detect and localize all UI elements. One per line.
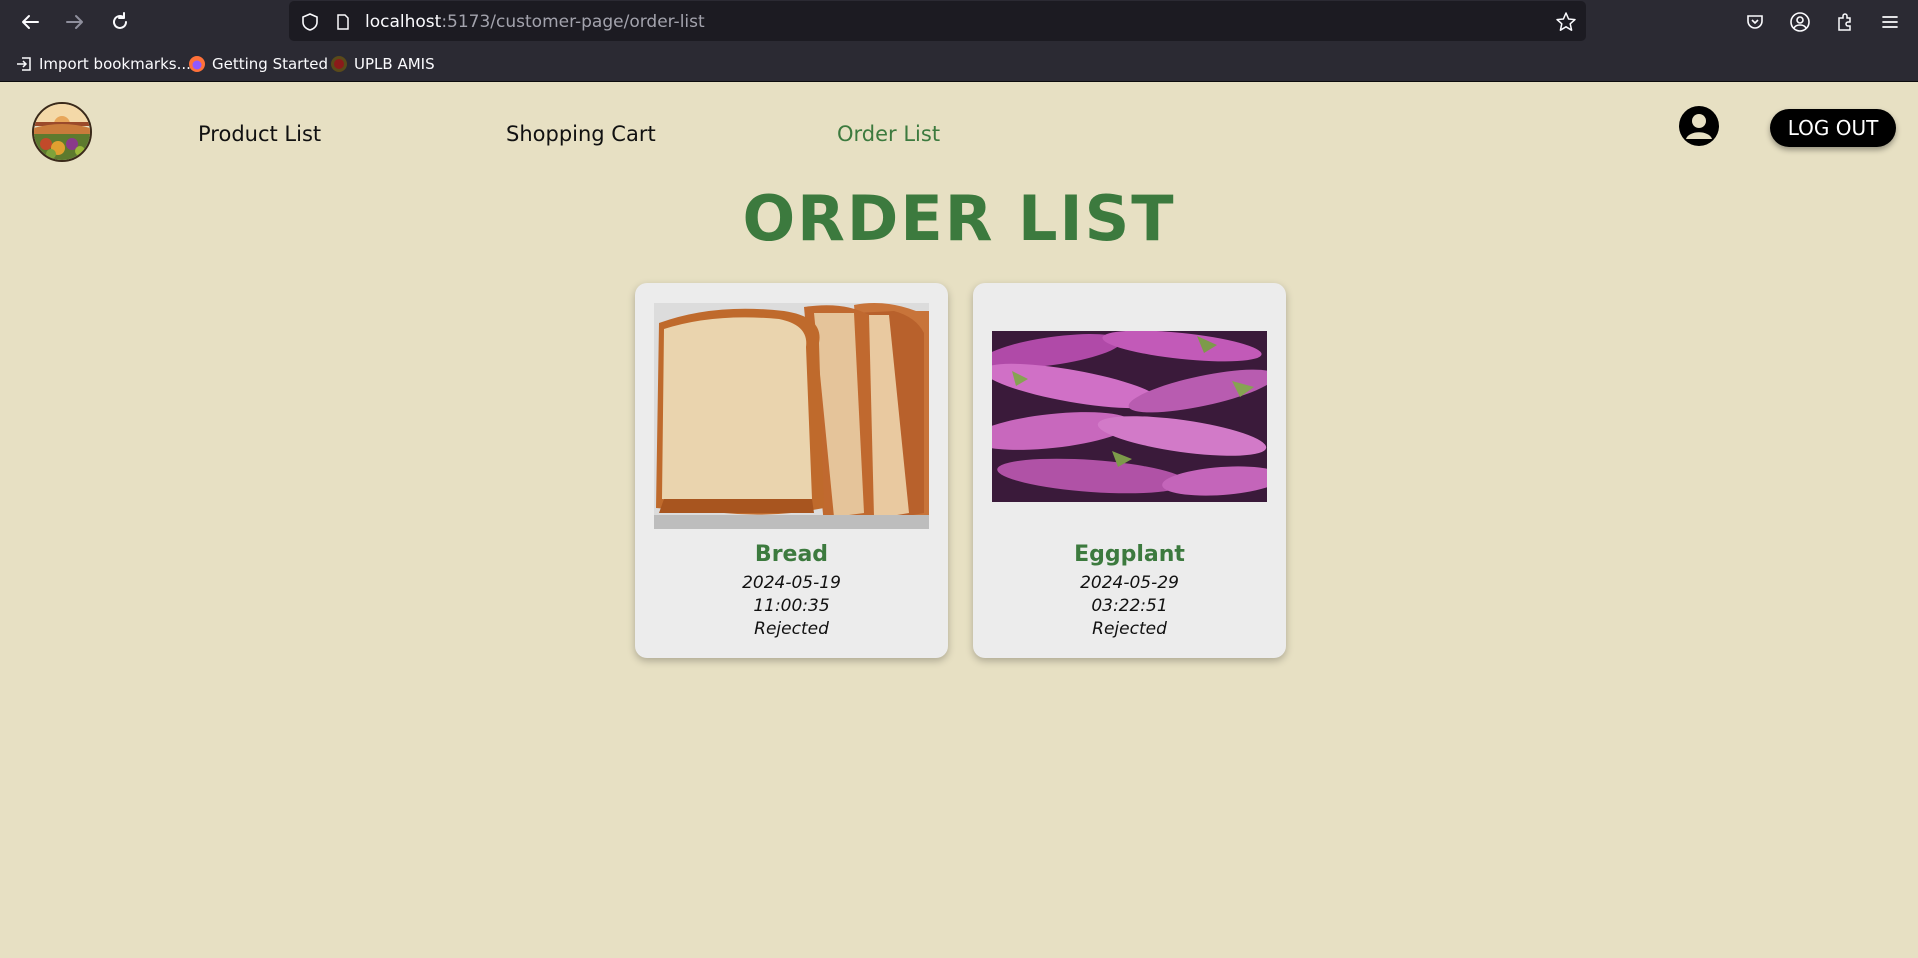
reload-icon xyxy=(113,12,127,29)
import-icon xyxy=(15,55,33,73)
order-status: Rejected xyxy=(754,619,829,639)
order-product-name: Eggplant xyxy=(1074,542,1185,567)
order-product-name: Bread xyxy=(754,542,829,567)
bookmark-getting-started[interactable]: Getting Started xyxy=(188,52,328,76)
order-card[interactable]: Bread 2024-05-19 11:00:35 Rejected xyxy=(635,283,948,658)
eggplant-image xyxy=(992,331,1267,502)
url-bar[interactable]: localhost:5173/customer-page/order-list xyxy=(289,1,1586,41)
order-time: 11:00:35 xyxy=(753,596,830,616)
order-date: 2024-05-19 xyxy=(742,573,841,593)
page-content: Product List Shopping Cart Order List LO… xyxy=(0,82,1918,958)
reload-button[interactable] xyxy=(105,7,135,37)
order-date: 2024-05-29 xyxy=(1080,573,1179,593)
bookmark-star-icon[interactable] xyxy=(1555,11,1577,33)
bookmark-label: Import bookmarks... xyxy=(39,55,191,73)
forward-button[interactable] xyxy=(60,7,90,37)
bookmark-import[interactable]: Import bookmarks... xyxy=(15,52,191,76)
farm-logo[interactable] xyxy=(32,102,92,162)
url-text[interactable]: localhost:5173/customer-page/order-list xyxy=(365,12,705,32)
firefox-icon xyxy=(188,55,206,73)
nav-order-list[interactable]: Order List xyxy=(837,122,940,146)
logout-button[interactable]: LOG OUT xyxy=(1770,109,1896,147)
page-icon xyxy=(332,11,354,33)
user-avatar-icon[interactable] xyxy=(1679,106,1719,146)
nav-product-list[interactable]: Product List xyxy=(198,122,321,146)
browser-chrome: localhost:5173/customer-page/order-list … xyxy=(0,0,1918,82)
bookmarks-toolbar: Import bookmarks... Getting Started UPLB… xyxy=(0,48,1918,80)
bookmark-label: UPLB AMIS xyxy=(354,55,435,73)
shield-icon[interactable] xyxy=(299,11,321,33)
url-path: :5173/customer-page/order-list xyxy=(441,12,705,32)
account-icon[interactable] xyxy=(1788,10,1812,34)
forward-arrow-icon xyxy=(66,15,83,29)
nav-shopping-cart[interactable]: Shopping Cart xyxy=(506,122,656,146)
menu-icon[interactable] xyxy=(1878,10,1902,34)
extensions-icon[interactable] xyxy=(1833,10,1857,34)
bread-image xyxy=(654,303,929,529)
bookmark-label: Getting Started xyxy=(212,55,328,73)
order-time: 03:22:51 xyxy=(1091,596,1168,616)
back-button[interactable] xyxy=(15,7,45,37)
page-title: ORDER LIST xyxy=(742,182,1176,255)
url-host: localhost xyxy=(365,12,442,32)
order-card[interactable]: Eggplant 2024-05-29 03:22:51 Rejected xyxy=(973,283,1286,658)
order-status: Rejected xyxy=(1092,619,1167,639)
back-arrow-icon xyxy=(22,15,39,29)
uplb-icon xyxy=(330,55,348,73)
browser-toolbar: localhost:5173/customer-page/order-list xyxy=(0,0,1918,44)
bookmark-uplb-amis[interactable]: UPLB AMIS xyxy=(330,52,435,76)
pocket-icon[interactable] xyxy=(1743,10,1767,34)
